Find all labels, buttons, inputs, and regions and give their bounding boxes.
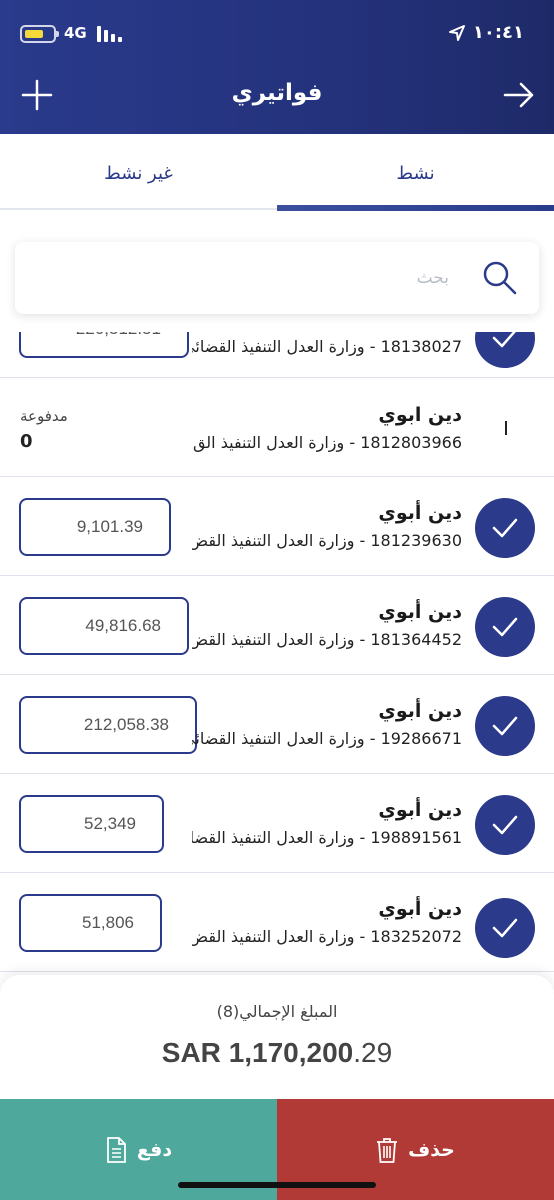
bill-name: دين أبوي	[378, 601, 462, 623]
bill-amount-field[interactable]: 212,058.38	[19, 696, 197, 754]
search-icon[interactable]	[481, 259, 519, 297]
check-icon	[492, 617, 518, 637]
status-time: ١٠:٤١	[472, 22, 524, 43]
bill-amount-field[interactable]: 51,806	[19, 894, 162, 952]
bill-row[interactable]: 52,349 دين أبوي 198891561 - وزارة العدل …	[0, 775, 554, 873]
total-amount: SAR 1,170,200.29	[0, 1037, 554, 1069]
bill-checkbox[interactable]	[475, 597, 535, 657]
bill-name: دين أبوي	[378, 700, 462, 722]
arrow-right-icon[interactable]	[502, 78, 536, 112]
total-currency: SAR	[161, 1037, 221, 1068]
document-icon	[107, 1136, 126, 1163]
tab-bar: غير نشط نشط	[0, 134, 554, 212]
bill-row[interactable]: 212,058.38 دين أبوي 19286671 - وزارة الع…	[0, 676, 554, 774]
row-marker	[505, 421, 507, 435]
bill-checkbox[interactable]	[475, 795, 535, 855]
bill-checkbox[interactable]	[475, 332, 535, 368]
tab-active[interactable]: نشط	[277, 134, 554, 212]
check-icon	[492, 716, 518, 736]
bill-description: 1812803966 - وزارة العدل التنفيذ الق...	[192, 433, 462, 452]
bill-amount-field[interactable]: 9,101.39	[19, 498, 171, 556]
network-label: 4G	[64, 24, 87, 42]
search-box	[15, 242, 539, 314]
total-amount-main: 1,170,200	[228, 1037, 354, 1068]
page-title: فواتيري	[231, 80, 323, 106]
bill-description: 181364452 - وزارة العدل التنفيذ القض...	[192, 630, 462, 649]
signal-bars-icon	[97, 26, 123, 42]
check-icon	[492, 332, 516, 348]
total-amount-fraction: .29	[353, 1037, 393, 1068]
delete-label: حذف	[408, 1138, 455, 1161]
pay-label: دفع	[136, 1138, 173, 1161]
bill-row[interactable]: دين ابوي 1812803966 - وزارة العدل التنفي…	[0, 379, 554, 477]
bill-description: 19286671 - وزارة العدل التنفيذ القضائي	[192, 729, 462, 748]
bill-description: 198891561 - وزارة العدل التنفيذ القضا...	[192, 828, 462, 847]
check-icon	[492, 815, 518, 835]
check-icon	[492, 518, 518, 538]
home-indicator	[178, 1182, 376, 1188]
trash-icon	[377, 1137, 398, 1163]
bill-checkbox[interactable]	[475, 898, 535, 958]
app-header: 4G ١٠:٤١ فواتيري	[0, 0, 554, 134]
bill-row[interactable]: 51,806 دين أبوي 183252072 - وزارة العدل …	[0, 874, 554, 972]
active-tab-indicator	[277, 205, 554, 211]
check-icon	[492, 918, 518, 938]
location-arrow-icon	[449, 25, 465, 41]
bill-name: دين أبوي	[378, 898, 462, 920]
total-panel: المبلغ الإجمالي(8) SAR 1,170,200.29	[0, 975, 554, 1099]
bill-description: 183252072 - وزارة العدل التنفيذ القض...	[192, 927, 462, 946]
search-input[interactable]	[69, 260, 449, 296]
paid-value: 0	[20, 431, 33, 452]
battery-icon	[20, 25, 56, 43]
bill-amount-field[interactable]: 52,349	[19, 795, 164, 853]
bill-list: 220,512.51 18138027 - وزارة العدل التنفي…	[0, 332, 554, 982]
bill-row[interactable]: 9,101.39 دين أبوي 181239630 - وزارة العد…	[0, 478, 554, 576]
bill-amount-field[interactable]: 49,816.68	[19, 597, 189, 655]
tab-inactive[interactable]: غير نشط	[0, 134, 277, 212]
bill-name: دين ابوي	[378, 404, 462, 426]
paid-label: مدفوعة	[20, 407, 68, 425]
bill-checkbox[interactable]	[475, 696, 535, 756]
status-bar: 4G ١٠:٤١	[0, 0, 554, 66]
bill-description: 181239630 - وزارة العدل التنفيذ القض...	[192, 531, 462, 550]
bill-row[interactable]: 49,816.68 دين أبوي 181364452 - وزارة الع…	[0, 577, 554, 675]
battery-tip	[56, 31, 59, 37]
total-label: المبلغ الإجمالي(8)	[216, 1002, 338, 1021]
bill-row[interactable]: 220,512.51 18138027 - وزارة العدل التنفي…	[0, 332, 554, 378]
bill-name: دين أبوي	[378, 502, 462, 524]
bill-checkbox[interactable]	[475, 498, 535, 558]
bill-name: دين أبوي	[378, 799, 462, 821]
bill-description: 18138027 - وزارة العدل التنفيذ القضائي	[192, 337, 462, 356]
bill-amount-field[interactable]: 220,512.51	[19, 332, 189, 358]
